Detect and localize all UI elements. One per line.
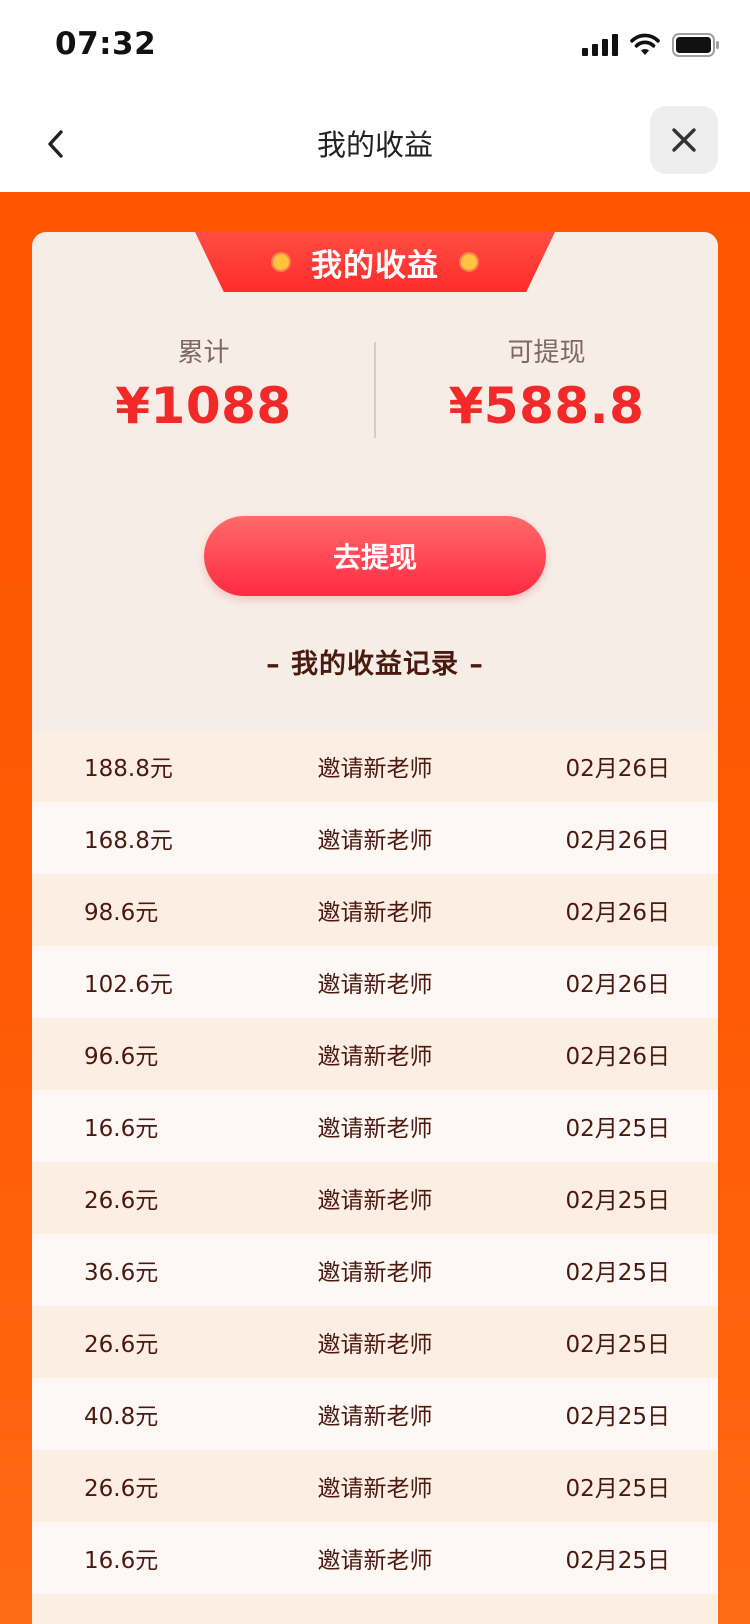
card-header-tab: 我的收益 — [195, 232, 555, 292]
tab-dot-right — [461, 254, 477, 270]
screen: 07:32 我的收益 我的收益 累计 ¥1088 可提现 ¥588.8 去提现 … — [0, 0, 750, 1624]
record-date: 02月25日 — [565, 1260, 670, 1286]
record-date: 02月25日 — [565, 1116, 670, 1142]
total-earnings-label: 累计 — [177, 338, 230, 368]
record-row: 98.6元 邀请新老师 02月26日 — [32, 874, 718, 946]
record-row: 16.6元 邀请新老师 02月25日 — [32, 1522, 718, 1594]
earnings-record-list: 188.8元 邀请新老师 02月26日 168.8元 邀请新老师 02月26日 … — [32, 730, 718, 1624]
total-earnings: 累计 ¥1088 — [32, 332, 375, 435]
record-date: 02月25日 — [565, 1548, 670, 1574]
total-earnings-value: ¥1088 — [115, 377, 292, 435]
record-row — [32, 1594, 718, 1624]
record-date: 02月25日 — [565, 1188, 670, 1214]
record-date: 02月26日 — [565, 828, 670, 854]
status-icons — [582, 30, 720, 60]
record-row: 36.6元 邀请新老师 02月25日 — [32, 1234, 718, 1306]
card-title: 我的收益 — [311, 247, 439, 284]
withdraw-button[interactable]: 去提现 — [204, 516, 546, 596]
record-date: 02月26日 — [565, 900, 670, 926]
record-row: 26.6元 邀请新老师 02月25日 — [32, 1306, 718, 1378]
record-row: 188.8元 邀请新老师 02月26日 — [32, 730, 718, 802]
stats-divider — [374, 342, 376, 438]
record-date: 02月26日 — [565, 1044, 670, 1070]
close-icon — [672, 128, 696, 152]
records-title: – 我的收益记录 – — [266, 649, 484, 680]
wifi-icon — [630, 33, 660, 55]
status-time: 07:32 — [55, 26, 157, 62]
withdrawable-label: 可提现 — [507, 338, 586, 368]
status-bar: 07:32 — [0, 0, 750, 90]
withdrawable-earnings: 可提现 ¥588.8 — [375, 332, 718, 435]
record-row: 40.8元 邀请新老师 02月25日 — [32, 1378, 718, 1450]
signal-icon — [582, 34, 618, 56]
record-date: 02月26日 — [565, 756, 670, 782]
close-button[interactable] — [650, 106, 718, 174]
nav-bar: 我的收益 — [0, 96, 750, 192]
record-row: 26.6元 邀请新老师 02月25日 — [32, 1450, 718, 1522]
earnings-card: 我的收益 累计 ¥1088 可提现 ¥588.8 去提现 – 我的收益记录 – … — [32, 232, 718, 1624]
record-row: 102.6元 邀请新老师 02月26日 — [32, 946, 718, 1018]
record-date: 02月25日 — [565, 1476, 670, 1502]
record-row: 96.6元 邀请新老师 02月26日 — [32, 1018, 718, 1090]
record-row: 168.8元 邀请新老师 02月26日 — [32, 802, 718, 874]
record-date: 02月26日 — [565, 972, 670, 998]
record-row: 16.6元 邀请新老师 02月25日 — [32, 1090, 718, 1162]
withdrawable-value: ¥588.8 — [448, 377, 645, 435]
tab-dot-left — [273, 254, 289, 270]
battery-icon — [672, 33, 719, 57]
record-date: 02月25日 — [565, 1332, 670, 1358]
page-title: 我的收益 — [316, 128, 433, 162]
record-row: 26.6元 邀请新老师 02月25日 — [32, 1162, 718, 1234]
record-date: 02月25日 — [565, 1404, 670, 1430]
